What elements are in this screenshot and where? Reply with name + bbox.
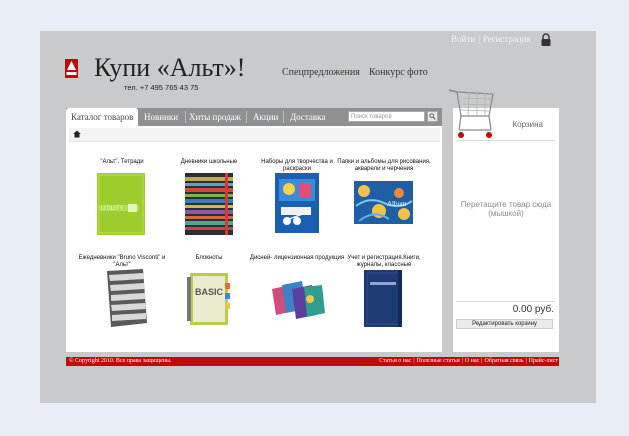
craft-set-image[interactable] <box>275 173 319 233</box>
alt-logo[interactable] <box>65 59 78 78</box>
floral-album-image[interactable]: Album <box>354 181 413 224</box>
tab-new[interactable]: Новинки <box>144 108 178 126</box>
striped-planner-image[interactable] <box>103 269 147 327</box>
copyright-text: © Copyright 2010. Все права защищены. <box>69 358 172 364</box>
tab-divider <box>246 111 247 123</box>
category-craft-sets[interactable]: Наборы для творчества и раскраски <box>249 159 345 173</box>
footer-link-about[interactable]: О нас <box>465 358 479 364</box>
auth-separator: | <box>478 34 480 44</box>
category-label: Учет и регистрация.Книги, журналы, класс… <box>347 255 421 268</box>
phone-number: тел. +7 495 765 43 75 <box>124 83 199 92</box>
auth-links: Войти | Регистрация <box>451 34 531 44</box>
cart-drop-zone[interactable]: Перетащите товар сюда (мышкой) <box>453 200 559 218</box>
search-input[interactable]: Поиск товаров <box>348 111 425 122</box>
category-notebooks[interactable]: "Альт". Тетради <box>74 159 170 166</box>
footer-link-price-list[interactable]: Прайс-лист <box>529 358 558 364</box>
register-book-image[interactable] <box>364 270 402 327</box>
category-label: Дисней- лицензионная продукция <box>249 255 345 261</box>
footer-link-articles[interactable]: Полезные статьи <box>417 358 460 364</box>
tab-divider <box>283 111 284 123</box>
shopping-cart-icon <box>448 89 494 138</box>
category-label: "Альт". Тетради <box>100 159 144 165</box>
category-albums[interactable]: Папки и альбомы для рисования, акварели … <box>336 159 432 173</box>
abc-notebook-image[interactable]: BASIC <box>187 273 231 325</box>
category-diaries[interactable]: Дневники школьные <box>161 159 257 166</box>
cart-title: Корзина <box>512 120 543 129</box>
category-label: Ежедневники "Bruno Visconti" и "Альт" <box>78 255 166 268</box>
svg-text:BASIC: BASIC <box>195 287 224 297</box>
disney-notebooks-image[interactable] <box>270 279 325 321</box>
category-disney[interactable]: Дисней- лицензионная продукция <box>249 255 345 262</box>
category-label: Наборы для творчества и раскраски <box>261 159 333 172</box>
divider <box>456 140 555 141</box>
category-label: Блокноты <box>195 255 223 261</box>
tab-bestsellers[interactable]: Хиты продаж <box>189 108 241 126</box>
lock-icon <box>541 33 551 46</box>
category-label: Папки и альбомы для рисования, акварели … <box>337 159 431 172</box>
cart-panel <box>453 108 559 352</box>
link-special-offers[interactable]: Спецпредложения <box>282 67 360 78</box>
link-photo-contest[interactable]: Конкурс фото <box>369 67 428 78</box>
category-planners[interactable]: Ежедневники "Bruno Visconti" и "Альт" <box>74 255 170 269</box>
green-notebook-image[interactable]: UTILITY <box>97 173 145 235</box>
register-link[interactable]: Регистрация <box>483 34 531 44</box>
footer-link-about-us[interactable]: Статьи о нас <box>379 358 411 364</box>
home-icon[interactable] <box>73 130 81 138</box>
striped-diary-image[interactable] <box>185 173 233 235</box>
brand-title: Купи «Альт»! <box>94 53 246 82</box>
edit-cart-button[interactable]: Редактировать корзину <box>456 319 553 329</box>
category-label: Дневники школьные <box>180 159 238 165</box>
search-button[interactable] <box>427 111 438 122</box>
tab-delivery[interactable]: Доставка <box>290 108 325 126</box>
category-notepads[interactable]: Блокноты <box>161 255 257 262</box>
tab-promotions[interactable]: Акции <box>253 108 278 126</box>
breadcrumb <box>69 128 440 142</box>
tab-divider <box>185 111 186 123</box>
divider <box>456 301 555 302</box>
svg-text:UTILITY: UTILITY <box>101 206 123 212</box>
tab-catalog[interactable]: Каталог товаров <box>66 108 139 126</box>
footer-links: Статьи о нас | Полезные статьи | О нас | Обрат… <box>379 358 558 364</box>
login-link[interactable]: Войти <box>451 34 475 44</box>
svg-text:Album: Album <box>387 200 407 208</box>
footer-link-contact[interactable]: Обратная связь <box>485 358 524 364</box>
cart-total: 0.00 руб. <box>512 304 554 315</box>
category-registers[interactable]: Учет и регистрация.Книги, журналы, класс… <box>336 255 432 269</box>
